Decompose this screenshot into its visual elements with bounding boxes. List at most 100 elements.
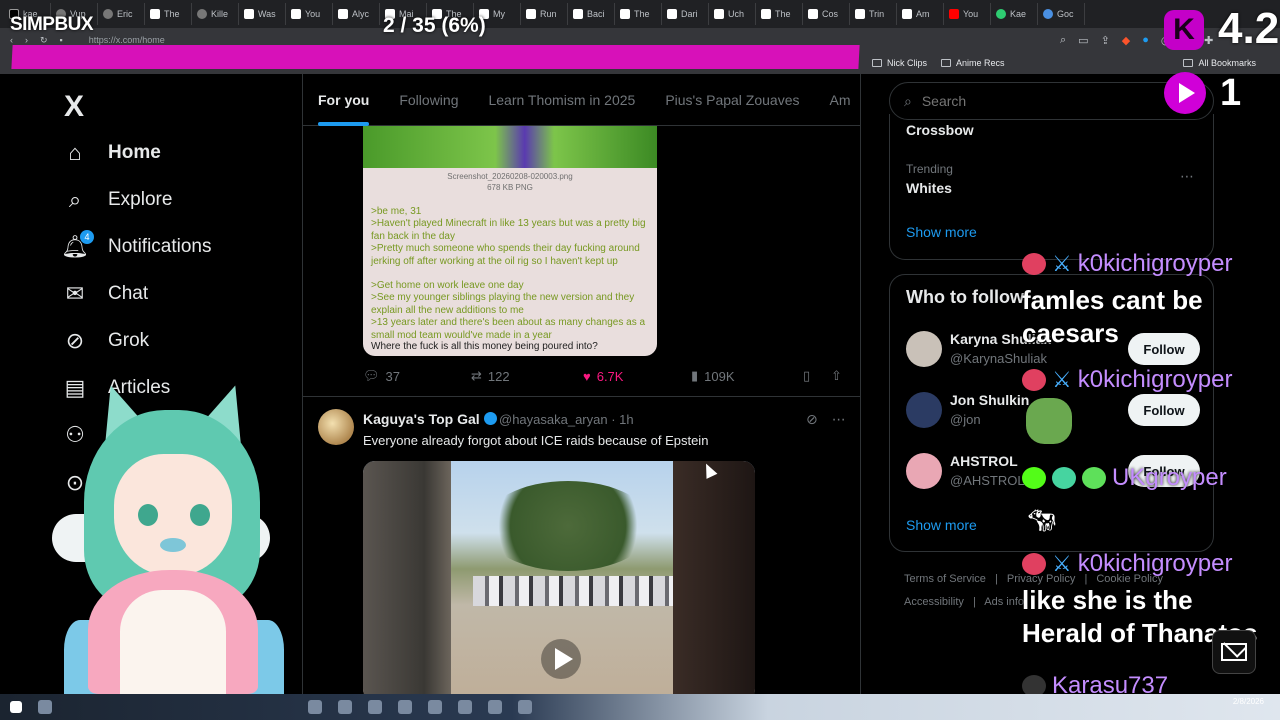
taskbar-app-icon[interactable] <box>428 700 442 714</box>
bookmark-folder[interactable]: Anime Recs <box>941 58 1005 68</box>
taskbar-clock[interactable]: 2/8/2026 <box>1233 697 1264 707</box>
bookmark-star-icon[interactable]: ▪ <box>60 35 63 45</box>
forward-icon[interactable]: › <box>25 35 28 45</box>
search-icon[interactable] <box>38 700 52 714</box>
taskbar-app-icon[interactable] <box>518 700 532 714</box>
show-more-link[interactable]: Show more <box>906 224 977 240</box>
main-feed: For you Following Learn Thomism in 2025 … <box>302 74 861 694</box>
browser-tab[interactable]: Was <box>239 3 286 25</box>
browser-tab[interactable]: Kae <box>991 3 1038 25</box>
puzzle-icon[interactable]: ✚ <box>1204 34 1213 47</box>
browser-tab[interactable]: Eric <box>98 3 145 25</box>
play-icon[interactable] <box>541 639 581 679</box>
avatar[interactable] <box>906 453 942 489</box>
nav-item-home[interactable]: ⌂ Home <box>62 140 160 166</box>
video-frame-wall <box>363 461 451 694</box>
browser-tab[interactable]: You <box>286 3 333 25</box>
browser-tab[interactable]: The <box>756 3 803 25</box>
greentext-line: >be me, 31 <box>371 206 422 217</box>
badge-icon <box>1052 467 1076 489</box>
brave-shield-icon[interactable]: ◆ <box>1122 34 1130 47</box>
browser-tab[interactable]: Dari <box>662 3 709 25</box>
avatar-face <box>114 454 232 576</box>
tab-learn-thomism[interactable]: Learn Thomism in 2025 <box>488 92 635 108</box>
nav-item-explore[interactable]: ⌕ Explore <box>62 187 173 213</box>
footer-link[interactable]: Accessibility <box>904 596 964 608</box>
taskbar-app-icon[interactable] <box>368 700 382 714</box>
browser-tab[interactable]: Cos <box>803 3 850 25</box>
avatar-hoodie-center <box>120 590 226 694</box>
post-handle[interactable]: @hayasaka_aryan · 1h <box>499 412 634 427</box>
repost-button[interactable]: ⇄ 122 <box>471 368 510 384</box>
trend-item[interactable]: Whites <box>906 180 952 196</box>
browser-tab[interactable]: Baci <box>568 3 615 25</box>
browser-tab[interactable]: The <box>145 3 192 25</box>
taskbar-app-icon[interactable] <box>488 700 502 714</box>
wikipedia-icon <box>667 9 677 19</box>
favicon-icon <box>103 9 113 19</box>
browser-tab[interactable]: Am <box>897 3 944 25</box>
browser-tab[interactable]: Kille <box>192 3 239 25</box>
video-player[interactable] <box>363 461 755 694</box>
share-icon[interactable]: ⇧ <box>831 368 842 384</box>
cast-icon[interactable]: ▭ <box>1078 34 1088 47</box>
reload-icon[interactable]: ↻ <box>40 35 48 46</box>
browser-tab[interactable]: You <box>944 3 991 25</box>
tab-following[interactable]: Following <box>399 92 458 108</box>
browser-tab[interactable]: The <box>615 3 662 25</box>
taskbar-app-icon[interactable] <box>308 700 322 714</box>
chat-username: ⚔ k0kichigroyper <box>1022 550 1232 578</box>
wikipedia-icon <box>526 9 536 19</box>
taskbar-app-icon[interactable] <box>338 700 352 714</box>
badge-icon <box>1022 369 1046 391</box>
footer-link[interactable]: Terms of Service <box>904 573 986 585</box>
nav-item-notifications[interactable]: 🔔︎ 4 Notifications <box>61 230 212 260</box>
chat-message: famles cant be caesars <box>1022 285 1203 348</box>
viewer-play-icon <box>1164 72 1206 114</box>
avatar[interactable] <box>906 392 942 428</box>
footer-separator: | <box>972 596 976 608</box>
browser-tab[interactable]: Trin <box>850 3 897 25</box>
avatar[interactable] <box>906 331 942 367</box>
messages-icon[interactable] <box>1212 630 1256 674</box>
views-button[interactable]: ▮ 109K <box>691 368 735 384</box>
zoom-icon[interactable]: ⌕ <box>1060 34 1066 47</box>
show-more-link[interactable]: Show more <box>906 517 977 533</box>
back-icon[interactable]: ‹ <box>10 35 13 45</box>
video-parked-cars <box>473 576 673 606</box>
taskbar-app-icon[interactable] <box>398 700 412 714</box>
post-image[interactable]: Screenshot_20260208-020003.png 678 KB PN… <box>363 126 657 356</box>
avatar-eye <box>190 504 210 526</box>
grok-icon[interactable]: ⊘ <box>806 411 818 428</box>
more-icon[interactable]: ⋯ <box>832 411 846 428</box>
all-bookmarks-button[interactable]: All Bookmarks <box>1183 52 1256 74</box>
avatar[interactable] <box>318 409 354 445</box>
repost-icon: ⇄ <box>471 368 482 383</box>
like-button[interactable]: ♥ 6.7K <box>583 369 623 384</box>
share-icon[interactable]: ⇪ <box>1101 34 1110 47</box>
windows-start-icon[interactable] <box>10 701 22 713</box>
x-logo-icon[interactable]: X <box>64 90 84 124</box>
url-field[interactable]: https://x.com/home <box>89 35 165 45</box>
browser-tab[interactable]: Run <box>521 3 568 25</box>
browser-tab[interactable]: Uch <box>709 3 756 25</box>
post[interactable]: Kaguya's Top Gal @hayasaka_aryan · 1h ⊘ … <box>303 396 860 694</box>
reply-button[interactable]: 💬︎ 37 <box>363 368 400 384</box>
bookmark-icon[interactable]: ▯ <box>803 368 810 384</box>
nav-item-chat[interactable]: ✉ Chat <box>62 281 148 307</box>
search-input[interactable] <box>921 93 1172 109</box>
trend-item[interactable]: Crossbow <box>906 122 974 138</box>
extension-icon[interactable]: ● <box>1142 34 1149 46</box>
tab-papal-zouaves[interactable]: Pius's Papal Zouaves <box>665 92 799 108</box>
tab-for-you[interactable]: For you <box>318 92 370 126</box>
taskbar-app-icon[interactable] <box>458 700 472 714</box>
post-author[interactable]: Kaguya's Top Gal <box>363 411 497 427</box>
bookmark-folder[interactable]: Nick Clips <box>872 58 927 68</box>
footer-separator: | <box>994 573 998 585</box>
more-icon[interactable]: ⋯ <box>1180 168 1194 185</box>
browser-tab[interactable]: Goc <box>1038 3 1085 25</box>
post-text: Everyone already forgot about ICE raids … <box>363 433 709 448</box>
nav-item-grok[interactable]: ⊘ Grok <box>62 328 149 354</box>
browser-tab[interactable]: Alyc <box>333 3 380 25</box>
tab-more-lists[interactable]: Am <box>830 92 851 108</box>
